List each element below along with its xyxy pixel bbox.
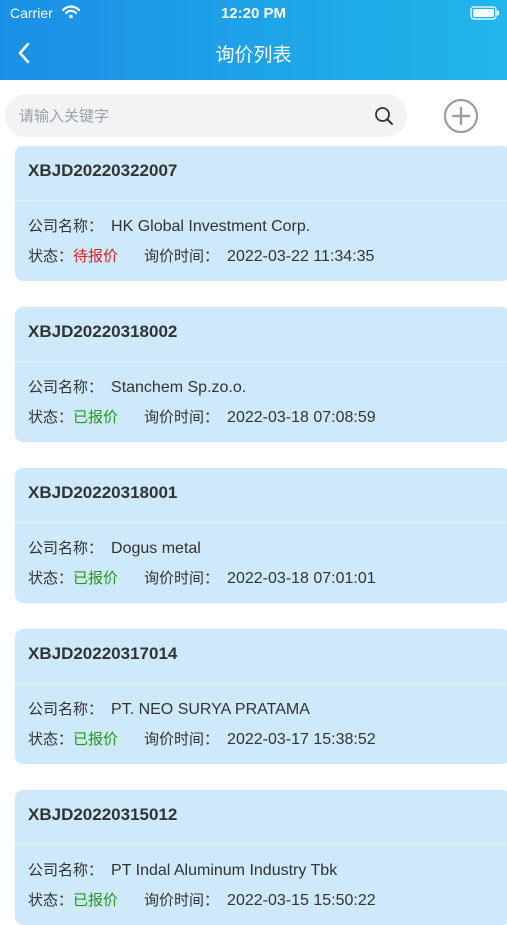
status-row: 状态：待报价 询价时间： 2022-03-22 11:34:35 (28, 245, 374, 266)
status-label: 状态： (28, 569, 74, 587)
battery-icon (470, 6, 499, 20)
status-time: 12:20 PM (220, 5, 287, 22)
status-value: 已报价 (73, 569, 119, 587)
inquiry-id: XBJD20220317014 (28, 644, 178, 663)
company-label: 公司名称： (28, 539, 104, 557)
inquiry-card[interactable]: XBJD20220315012 公司名称： PT Indal Aluminum I… (15, 790, 507, 925)
card-divider (15, 522, 507, 523)
page-title: 询价列表 (215, 44, 292, 66)
time-label: 询价时间： (144, 569, 220, 587)
time-label: 询价时间： (144, 247, 220, 265)
status-row: 状态：已报价 询价时间： 2022-03-17 15:38:52 (28, 728, 376, 749)
search-icon[interactable] (373, 105, 395, 127)
time-label: 询价时间： (144, 891, 220, 909)
company-name: Dogus metal (111, 540, 201, 557)
card-divider (15, 361, 507, 362)
inquiry-card[interactable]: XBJD20220322007 公司名称： HK Global Investmen… (15, 146, 507, 281)
status-label: 状态： (28, 408, 74, 426)
company-row: 公司名称： PT. NEO SURYA PRATAMA (28, 698, 310, 719)
status-label: 状态： (28, 730, 74, 748)
company-label: 公司名称： (28, 700, 104, 718)
company-name: PT Indal Aluminum Industry Tbk (111, 862, 338, 879)
inquiry-card[interactable]: XBJD20220318001 公司名称： Dogus metal 状态：已报价 询… (15, 468, 507, 603)
status-value: 已报价 (73, 891, 119, 909)
inquiry-time: 2022-03-18 07:01:01 (227, 570, 376, 587)
company-row: 公司名称： Stanchem Sp.zo.o. (28, 376, 246, 397)
company-row: 公司名称： Dogus metal (28, 537, 201, 558)
search-bar (5, 94, 407, 137)
company-name: PT. NEO SURYA PRATAMA (111, 701, 310, 718)
company-row: 公司名称： HK Global Investment Corp. (28, 215, 310, 236)
nav-header: Carrier 12:20 PM 询价列表 (0, 0, 507, 80)
inquiry-card[interactable]: XBJD20220318002 公司名称： Stanchem Sp.zo.o. 状… (15, 307, 507, 442)
status-row: 状态：已报价 询价时间： 2022-03-18 07:01:01 (28, 567, 376, 588)
inquiry-time: 2022-03-15 15:50:22 (227, 892, 376, 909)
inquiry-time: 2022-03-17 15:38:52 (227, 731, 376, 748)
company-label: 公司名称： (28, 217, 104, 235)
inquiry-id: XBJD20220318001 (28, 483, 178, 502)
inquiry-id: XBJD20220322007 (28, 161, 178, 180)
card-divider (15, 683, 507, 684)
time-label: 询价时间： (144, 730, 220, 748)
inquiry-card[interactable]: XBJD20220317014 公司名称： PT. NEO SURYA PRATA… (15, 629, 507, 764)
time-label: 询价时间： (144, 408, 220, 426)
company-row: 公司名称： PT Indal Aluminum Industry Tbk (28, 859, 337, 880)
company-label: 公司名称： (28, 378, 104, 396)
status-row: 状态：已报价 询价时间： 2022-03-18 07:08:59 (28, 406, 376, 427)
status-value: 已报价 (73, 730, 119, 748)
status-label: 状态： (28, 247, 74, 265)
status-label: 状态： (28, 891, 74, 909)
search-input[interactable] (19, 94, 359, 137)
status-bar: Carrier 12:20 PM (0, 0, 507, 28)
company-name: Stanchem Sp.zo.o. (111, 379, 247, 396)
status-value: 待报价 (73, 247, 119, 265)
status-value: 已报价 (73, 408, 119, 426)
company-label: 公司名称： (28, 861, 104, 879)
company-name: HK Global Investment Corp. (111, 218, 311, 235)
inquiry-time: 2022-03-22 11:34:35 (227, 248, 375, 265)
inquiry-id: XBJD20220315012 (28, 805, 178, 824)
card-divider (15, 844, 507, 845)
add-circle-icon[interactable] (443, 98, 479, 134)
card-divider (15, 200, 507, 201)
inquiry-id: XBJD20220318002 (28, 322, 178, 341)
inquiry-time: 2022-03-18 07:08:59 (227, 409, 376, 426)
